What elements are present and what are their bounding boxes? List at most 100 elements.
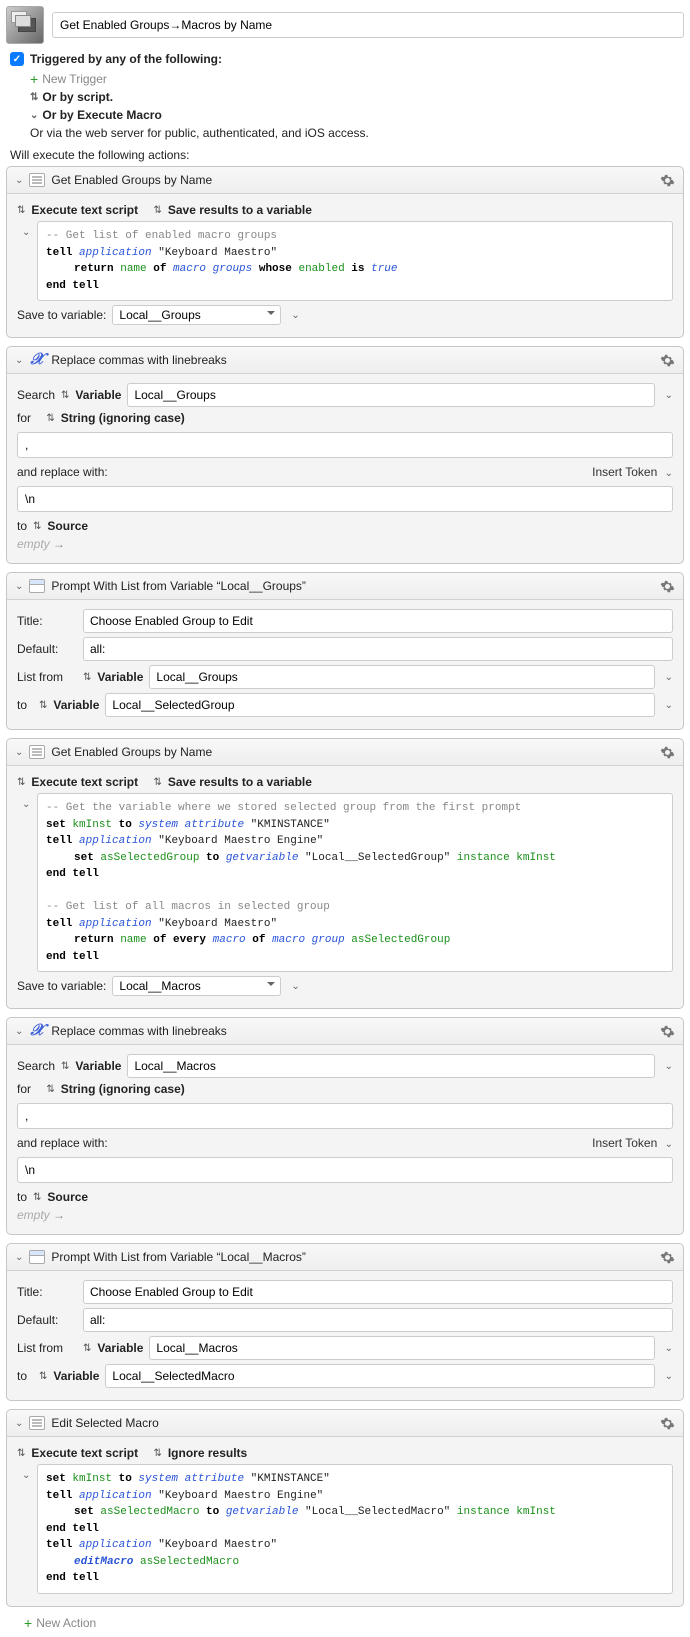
for-label: for bbox=[17, 411, 31, 425]
gear-icon[interactable] bbox=[659, 1249, 675, 1265]
listfrom-mode[interactable]: Variable bbox=[97, 670, 143, 684]
insert-token-link[interactable]: Insert Token ⌄ bbox=[592, 465, 673, 479]
listfrom-input[interactable] bbox=[149, 665, 654, 689]
chevron-down-icon[interactable]: ⌄ bbox=[665, 1343, 673, 1354]
for-value-input[interactable] bbox=[17, 1103, 673, 1129]
to-input[interactable] bbox=[105, 1364, 654, 1388]
updown-icon[interactable]: ⇅ bbox=[17, 1448, 25, 1459]
gear-icon[interactable] bbox=[659, 1415, 675, 1431]
prompt-action-icon bbox=[29, 1250, 45, 1264]
updown-icon[interactable]: ⇅ bbox=[83, 672, 91, 683]
for-mode[interactable]: String (ignoring case) bbox=[61, 411, 185, 425]
updown-icon[interactable]: ⇅ bbox=[46, 413, 54, 424]
action-title: Get Enabled Groups by Name bbox=[51, 745, 653, 759]
updown-icon[interactable]: ⇅ bbox=[17, 777, 25, 788]
listfrom-label: List from bbox=[17, 670, 77, 684]
title-input[interactable] bbox=[83, 1280, 673, 1304]
updown-icon[interactable]: ⇅ bbox=[83, 1343, 91, 1354]
for-mode[interactable]: String (ignoring case) bbox=[61, 1082, 185, 1096]
execute-script-option[interactable]: Execute text script bbox=[31, 1446, 138, 1460]
gear-icon[interactable] bbox=[659, 578, 675, 594]
default-label: Default: bbox=[17, 1313, 77, 1327]
chevron-down-icon[interactable]: ⌄ bbox=[291, 310, 299, 321]
updown-icon[interactable]: ⇅ bbox=[61, 390, 69, 401]
search-mode[interactable]: Variable bbox=[75, 388, 121, 402]
chevron-down-icon[interactable]: ⌄ bbox=[665, 1061, 673, 1072]
disclose-icon[interactable]: ⌄ bbox=[15, 1252, 23, 1263]
action-title: Prompt With List from Variable “Local__M… bbox=[51, 1250, 653, 1264]
disclose-icon[interactable]: ⌄ bbox=[15, 355, 23, 366]
empty-hint: empty bbox=[17, 537, 50, 551]
script-editor[interactable]: ⌄ set kmInst to system attribute "KMINST… bbox=[37, 1464, 673, 1594]
search-variable-input[interactable] bbox=[127, 383, 654, 407]
title-label: Title: bbox=[17, 614, 77, 628]
updown-icon[interactable]: ⇅ bbox=[33, 1192, 41, 1203]
to-mode[interactable]: Source bbox=[47, 519, 88, 533]
execute-script-option[interactable]: Execute text script bbox=[31, 775, 138, 789]
disclose-icon[interactable]: ⌄ bbox=[15, 747, 23, 758]
gear-icon[interactable] bbox=[659, 172, 675, 188]
disclose-icon[interactable]: ⌄ bbox=[15, 581, 23, 592]
chevron-down-icon[interactable]: ⌄ bbox=[665, 390, 673, 401]
save-results-option[interactable]: Save results to a variable bbox=[168, 203, 312, 217]
replace-value-input[interactable] bbox=[17, 486, 673, 512]
new-trigger-link[interactable]: New Trigger bbox=[42, 72, 107, 86]
for-label: for bbox=[17, 1082, 31, 1096]
script-editor[interactable]: ⌄ -- Get the variable where we stored se… bbox=[37, 793, 673, 972]
to-label: to bbox=[17, 519, 27, 533]
gear-icon[interactable] bbox=[659, 744, 675, 760]
action-title: Replace commas with linebreaks bbox=[51, 353, 653, 367]
gear-icon[interactable] bbox=[659, 1023, 675, 1039]
updown-icon[interactable]: ⇅ bbox=[39, 700, 47, 711]
trigger-enabled-checkbox[interactable] bbox=[10, 52, 24, 66]
listfrom-input[interactable] bbox=[149, 1336, 654, 1360]
chevron-down-icon[interactable]: ⌄ bbox=[291, 981, 299, 992]
search-mode[interactable]: Variable bbox=[75, 1059, 121, 1073]
search-variable-input[interactable] bbox=[127, 1054, 654, 1078]
save-results-option[interactable]: Save results to a variable bbox=[168, 775, 312, 789]
updown-icon[interactable]: ⇅ bbox=[153, 777, 161, 788]
chevron-down-icon[interactable]: ⌄ bbox=[665, 700, 673, 711]
listfrom-label: List from bbox=[17, 1341, 77, 1355]
macro-name-input[interactable] bbox=[52, 12, 684, 38]
updown-icon[interactable]: ⇅ bbox=[33, 521, 41, 532]
chevron-down-icon: ⌄ bbox=[30, 110, 38, 121]
search-label: Search bbox=[17, 1059, 55, 1073]
to-mode[interactable]: Variable bbox=[53, 698, 99, 712]
trigger-header-label: Triggered by any of the following: bbox=[30, 52, 222, 66]
disclose-icon[interactable]: ⌄ bbox=[15, 175, 23, 186]
to-mode[interactable]: Variable bbox=[53, 1369, 99, 1383]
default-input[interactable] bbox=[83, 1308, 673, 1332]
to-input[interactable] bbox=[105, 693, 654, 717]
updown-icon[interactable]: ⇅ bbox=[39, 1371, 47, 1382]
or-by-script[interactable]: Or by script. bbox=[42, 90, 113, 104]
default-input[interactable] bbox=[83, 637, 673, 661]
for-value-input[interactable] bbox=[17, 432, 673, 458]
chevron-down-icon[interactable]: ⌄ bbox=[665, 1371, 673, 1382]
save-variable-select[interactable] bbox=[112, 976, 281, 996]
updown-icon[interactable]: ⇅ bbox=[153, 1448, 161, 1459]
script-editor[interactable]: ⌄ -- Get list of enabled macro groups te… bbox=[37, 221, 673, 301]
updown-icon[interactable]: ⇅ bbox=[61, 1061, 69, 1072]
updown-icon[interactable]: ⇅ bbox=[153, 205, 161, 216]
ignore-results-option[interactable]: Ignore results bbox=[168, 1446, 247, 1460]
new-action-link[interactable]: + New Action bbox=[24, 1615, 684, 1631]
listfrom-mode[interactable]: Variable bbox=[97, 1341, 143, 1355]
plus-icon: + bbox=[24, 1615, 32, 1631]
save-variable-select[interactable] bbox=[112, 305, 281, 325]
disclose-icon[interactable]: ⌄ bbox=[15, 1418, 23, 1429]
or-by-execute[interactable]: Or by Execute Macro bbox=[42, 108, 161, 122]
replace-value-input[interactable] bbox=[17, 1157, 673, 1183]
insert-token-link[interactable]: Insert Token ⌄ bbox=[592, 1136, 673, 1150]
to-mode[interactable]: Source bbox=[47, 1190, 88, 1204]
replace-with-label: and replace with: bbox=[17, 1136, 108, 1150]
chevron-down-icon[interactable]: ⌄ bbox=[665, 672, 673, 683]
execute-script-option[interactable]: Execute text script bbox=[31, 203, 138, 217]
title-input[interactable] bbox=[83, 609, 673, 633]
updown-icon[interactable]: ⇅ bbox=[46, 1084, 54, 1095]
updown-icon[interactable]: ⇅ bbox=[17, 205, 25, 216]
gear-icon[interactable] bbox=[659, 352, 675, 368]
disclose-icon[interactable]: ⌄ bbox=[15, 1026, 23, 1037]
variable-action-icon: 𝒳 bbox=[29, 353, 45, 367]
save-to-variable-label: Save to variable: bbox=[17, 979, 106, 993]
